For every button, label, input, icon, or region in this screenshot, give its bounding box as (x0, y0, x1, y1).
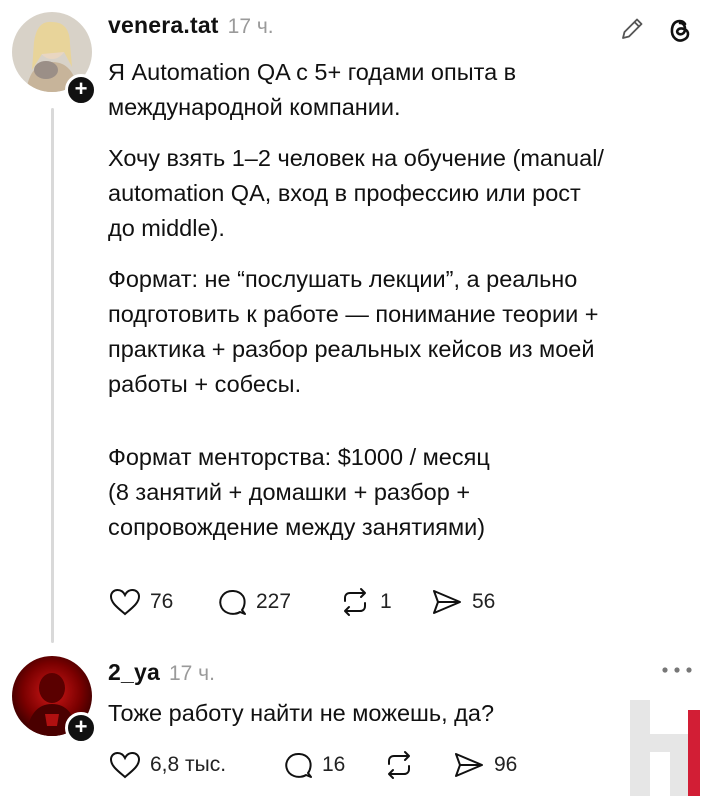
reply-comment-button[interactable]: 16 (282, 750, 382, 780)
share-send-icon (455, 753, 483, 777)
post-actions: 76 227 1 56 (108, 587, 520, 617)
reply-username[interactable]: 2_ya (108, 659, 160, 686)
post-paragraph-3: Формат: не “послушать лекции”, а реально… (108, 266, 599, 397)
comment-bubble-icon (285, 753, 312, 778)
repost-button[interactable]: 1 (338, 587, 430, 617)
post-body: Я Automation QA с 5+ годами опыта в межд… (108, 55, 698, 545)
reply-comment-count: 16 (322, 753, 346, 776)
more-dots-icon[interactable] (657, 660, 697, 680)
repost-icon (388, 751, 410, 779)
reply-header: 2_ya 17 ч. (108, 659, 215, 686)
post-paragraph-4: Формат менторства: $1000 / месяц (8 заня… (108, 444, 490, 540)
like-button[interactable]: 76 (108, 587, 216, 617)
reply-like-button[interactable]: 6,8 тыс. (108, 750, 282, 780)
watermark-logo (626, 700, 702, 796)
repost-icon (344, 588, 366, 616)
share-count: 56 (472, 590, 496, 613)
post-paragraph-1: Я Automation QA с 5+ годами опыта в межд… (108, 59, 517, 120)
thread-line (51, 108, 54, 643)
pencil-icon[interactable] (616, 13, 648, 45)
like-count: 76 (150, 590, 174, 613)
reply-repost-button[interactable] (382, 750, 452, 780)
follow-button[interactable]: + (65, 74, 97, 106)
post-header: venera.tat 17 ч. (108, 12, 274, 39)
comment-bubble-icon (219, 590, 246, 615)
heart-icon (109, 588, 141, 616)
author-username[interactable]: venera.tat (108, 12, 219, 39)
post-time: 17 ч. (227, 15, 274, 38)
repost-count: 1 (380, 590, 392, 613)
comment-button[interactable]: 227 (216, 587, 338, 617)
reply-time: 17 ч. (168, 662, 215, 685)
reply-share-count: 96 (494, 753, 518, 776)
reply-share-button[interactable]: 96 (452, 750, 542, 780)
reply-text: Тоже работу найти не можешь, да? (108, 700, 495, 726)
comment-count: 227 (256, 590, 292, 613)
reply-actions: 6,8 тыс. 16 96 (108, 750, 542, 780)
reply-follow-button[interactable]: + (65, 712, 97, 744)
heart-icon (109, 751, 141, 779)
threads-logo-icon[interactable] (663, 13, 697, 47)
reply-like-count: 6,8 тыс. (150, 753, 227, 776)
share-send-icon (433, 590, 461, 614)
post-paragraph-2: Хочу взять 1–2 человек на обучение (manu… (108, 145, 604, 241)
share-button[interactable]: 56 (430, 587, 520, 617)
